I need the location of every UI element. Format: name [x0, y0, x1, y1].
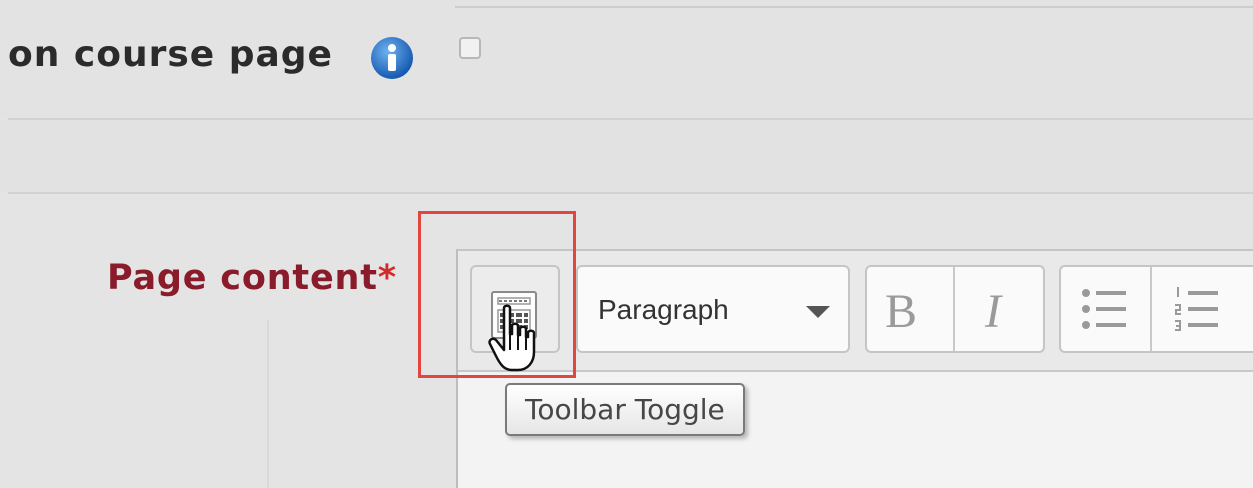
toolbar-toggle-tooltip: Toolbar Toggle [505, 383, 745, 436]
hand-cursor-icon [488, 304, 536, 372]
divider [455, 6, 1253, 8]
divider [8, 192, 1253, 194]
bullet-list-icon[interactable] [1078, 286, 1130, 332]
page-content-label: Page content* [107, 258, 397, 298]
empty-row [0, 120, 1253, 192]
column-divider [267, 320, 269, 488]
page-content-label-text: Page content [107, 258, 378, 298]
italic-button[interactable]: I [985, 284, 1001, 339]
display-on-course-page-label: on course page [8, 34, 333, 75]
paragraph-style-value: Paragraph [598, 294, 729, 325]
display-on-course-page-checkbox[interactable] [459, 37, 481, 59]
info-icon[interactable] [370, 36, 414, 80]
numbered-list-icon[interactable] [1170, 286, 1222, 332]
required-indicator: * [377, 258, 397, 298]
button-group-divider [953, 267, 955, 351]
button-group-divider [1150, 267, 1152, 351]
chevron-down-icon [806, 306, 830, 318]
bold-button[interactable]: B [885, 284, 917, 339]
